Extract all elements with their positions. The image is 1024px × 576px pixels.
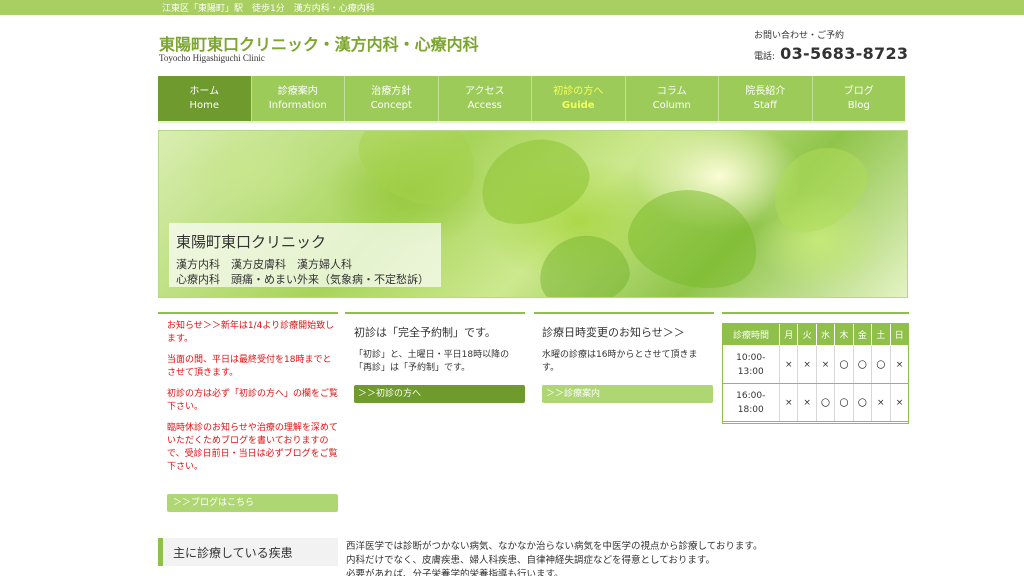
nav-home-en: Home bbox=[189, 99, 220, 111]
table-row: 10:00- 13:00 × × × 〇 〇 〇 × bbox=[722, 345, 909, 384]
first-visit-button[interactable]: ＞＞初診の方へ bbox=[354, 385, 525, 403]
schedule-cell: 〇 bbox=[852, 345, 872, 384]
schedule-cell: 〇 bbox=[834, 383, 854, 422]
schedule-change-text-2: す。 bbox=[542, 363, 560, 373]
schedule-header: 月 bbox=[778, 323, 799, 346]
nav-information-jp: 診療案内 bbox=[277, 85, 318, 97]
first-visit-text-2: 「再診」は「予約制」です。 bbox=[354, 363, 471, 373]
schedule-header: 土 bbox=[871, 323, 891, 346]
hero-departments-1: 漢方内科 漢方皮膚科 漢方婦人科 bbox=[176, 258, 352, 271]
nav-home[interactable]: ホーム Home bbox=[158, 76, 252, 121]
schedule-cell: × bbox=[889, 345, 909, 384]
table-row: 16:00- 18:00 × × 〇 〇 〇 × × bbox=[722, 383, 909, 422]
notice-list: お知らせ＞＞新年は1/4より診療開始致します。 当面の間、平日は最終受付を18時… bbox=[167, 320, 339, 482]
nav-access-en: Access bbox=[467, 99, 502, 111]
leaf-decoration bbox=[756, 131, 882, 248]
schedule-cell: 〇 bbox=[852, 383, 872, 422]
section-heading-text: 主に診療している疾患 bbox=[173, 546, 293, 560]
schedule-change-text-1: 水曜の診療は16時からとさせて頂きま bbox=[542, 350, 698, 360]
leaf-decoration bbox=[618, 175, 770, 297]
nav-concept[interactable]: 治療方針 Concept bbox=[345, 76, 439, 121]
schedule-cell: 〇 bbox=[834, 345, 854, 384]
nav-guide-en: Guide bbox=[561, 99, 595, 111]
notice-item: 初診の方は必ず「初診の方へ」の欄をご覧下さい。 bbox=[167, 389, 339, 412]
site-title[interactable]: 東陽町東口クリニック・漢方内科・心療内科 bbox=[159, 31, 479, 55]
schedule-time-start: 10:00- bbox=[736, 352, 766, 363]
nav-staff-jp: 院長紹介 bbox=[745, 85, 786, 97]
column-rule-schedule-change bbox=[534, 312, 714, 314]
schedule-header: 火 bbox=[797, 323, 817, 346]
column-rule-first-visit bbox=[345, 312, 525, 314]
schedule-info-button[interactable]: ＞＞診療案内 bbox=[542, 385, 713, 403]
site-subtitle: Toyocho Higashiguchi Clinic bbox=[159, 53, 265, 63]
nav-staff[interactable]: 院長紹介 Staff bbox=[719, 76, 813, 121]
nav-home-jp: ホーム bbox=[189, 85, 220, 97]
schedule-cell: × bbox=[871, 383, 891, 422]
column-rule-schedule bbox=[722, 312, 909, 314]
nav-access-jp: アクセス bbox=[465, 85, 505, 97]
schedule-header: 日 bbox=[889, 323, 910, 346]
schedule-cell: × bbox=[797, 345, 817, 384]
intro-line: 西洋医学では診断がつかない病気、なかなか治らない病気を中医学の視点から診療してお… bbox=[346, 541, 763, 552]
schedule-cell: 〇 bbox=[871, 345, 891, 384]
phone: 電話: 03-5683-8723 bbox=[754, 44, 908, 63]
nav-information-en: Information bbox=[268, 99, 327, 111]
leaf-decoration bbox=[345, 131, 493, 223]
schedule-cell: × bbox=[797, 383, 817, 422]
contact-label: お問い合わせ・ご予約 bbox=[754, 31, 845, 41]
schedule-time-end: 18:00 bbox=[737, 404, 764, 415]
intro-text: 西洋医学では診断がつかない病気、なかなか治らない病気を中医学の視点から診療してお… bbox=[346, 540, 866, 576]
nav-staff-en: Staff bbox=[753, 99, 777, 111]
leaf-decoration bbox=[468, 131, 600, 238]
hero-departments-2: 心療内科 頭痛・めまい外来（気象病・不定愁訴） bbox=[176, 273, 429, 286]
first-visit-text-1: 「初診」と、土曜日・平日18時以降の bbox=[354, 350, 510, 360]
schedule-cell: 〇 bbox=[815, 383, 835, 422]
nav-blog-jp: ブログ bbox=[843, 85, 874, 97]
main-nav: ホーム Home 診療案内 Information 治療方針 Concept ア… bbox=[158, 76, 905, 123]
nav-column-en: Column bbox=[652, 99, 691, 111]
leaf-decoration bbox=[533, 228, 635, 297]
nav-guide[interactable]: 初診の方へ Guide bbox=[532, 76, 626, 121]
first-visit-title: 初診は「完全予約制」です。 bbox=[354, 326, 496, 339]
nav-information[interactable]: 診療案内 Information bbox=[252, 76, 345, 121]
schedule-table: 診療時間 月 火 水 木 金 土 日 10:00- 13:00 × × × 〇 〇… bbox=[722, 323, 910, 422]
column-rule-notices bbox=[158, 312, 338, 314]
nav-guide-jp: 初診の方へ bbox=[553, 85, 604, 97]
intro-line: 必要があれば、分子栄養学的栄養指導も行います。 bbox=[346, 569, 564, 576]
notice-item: 当面の間、平日は最終受付を18時までとさせて頂きます。 bbox=[167, 355, 332, 378]
nav-blog-en: Blog bbox=[847, 99, 870, 111]
phone-label: 電話: bbox=[754, 52, 776, 62]
schedule-header: 水 bbox=[815, 323, 836, 346]
intro-line: 内科だけでなく、皮膚疾患、婦人科疾患、自律神経失調症などを得意としております。 bbox=[346, 555, 715, 566]
schedule-cell: × bbox=[889, 383, 909, 422]
hero-banner: 東陽町東口クリニック 漢方内科 漢方皮膚科 漢方婦人科 心療内科 頭痛・めまい外… bbox=[158, 130, 908, 298]
schedule-header: 金 bbox=[852, 323, 873, 346]
schedule-change-title: 診療日時変更のお知らせ＞＞ bbox=[542, 326, 685, 339]
schedule-cell: × bbox=[778, 345, 798, 384]
top-bar: 江東区「東陽町」駅 徒歩1分 漢方内科・心療内科 bbox=[0, 0, 1024, 15]
notice-item: お知らせ＞＞新年は1/4より診療開始致します。 bbox=[167, 321, 335, 344]
nav-column-jp: コラム bbox=[656, 85, 687, 97]
schedule-cell: × bbox=[778, 383, 798, 422]
schedule-time-start: 16:00- bbox=[736, 390, 766, 401]
schedule-cell: × bbox=[815, 345, 835, 384]
schedule-time-end: 13:00 bbox=[737, 366, 764, 377]
schedule-time: 10:00- 13:00 bbox=[722, 345, 780, 384]
schedule-time: 16:00- 18:00 bbox=[722, 383, 780, 422]
schedule-header: 木 bbox=[834, 323, 854, 346]
top-bar-text: 江東区「東陽町」駅 徒歩1分 漢方内科・心療内科 bbox=[162, 4, 375, 14]
notice-item: 臨時休診のお知らせや治療の理解を深めていただくためブログを書いておりますので、受… bbox=[167, 423, 338, 472]
nav-concept-en: Concept bbox=[370, 99, 412, 111]
schedule-header: 診療時間 bbox=[722, 323, 780, 346]
section-heading: 主に診療している疾患 bbox=[158, 538, 338, 566]
phone-number[interactable]: 03-5683-8723 bbox=[780, 44, 908, 63]
nav-blog[interactable]: ブログ Blog bbox=[813, 76, 906, 121]
blog-link-button[interactable]: ＞＞ブログはこちら bbox=[167, 494, 338, 512]
nav-column[interactable]: コラム Column bbox=[626, 76, 719, 121]
nav-access[interactable]: アクセス Access bbox=[439, 76, 532, 121]
nav-concept-jp: 治療方針 bbox=[371, 85, 412, 97]
hero-title: 東陽町東口クリニック bbox=[176, 233, 327, 251]
